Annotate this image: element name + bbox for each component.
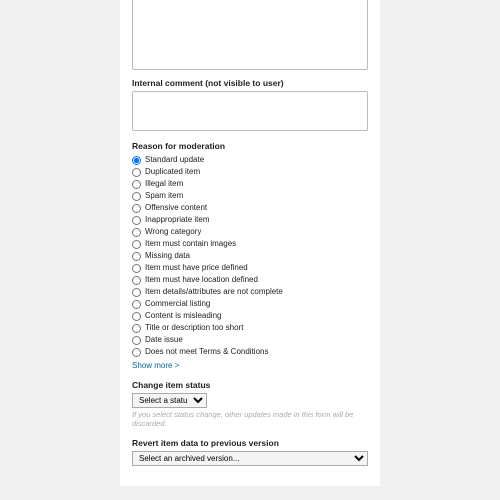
revert-label: Revert item data to previous version <box>132 438 368 448</box>
reason-radio-label: Date issue <box>145 334 183 346</box>
reason-radio-label: Spam item <box>145 190 183 202</box>
reason-radio[interactable] <box>132 240 141 249</box>
status-hint: If you select status change, other updat… <box>132 410 368 428</box>
reason-option[interactable]: Commercial listing <box>132 298 368 310</box>
reason-radio[interactable] <box>132 324 141 333</box>
reason-radio[interactable] <box>132 264 141 273</box>
status-select[interactable]: Select a status... <box>132 393 207 408</box>
reason-radio[interactable] <box>132 180 141 189</box>
reason-radio[interactable] <box>132 216 141 225</box>
reason-radio-label: Standard update <box>145 154 204 166</box>
reason-radio[interactable] <box>132 288 141 297</box>
reason-radio[interactable] <box>132 192 141 201</box>
internal-comment-label: Internal comment (not visible to user) <box>132 78 368 88</box>
reason-option[interactable]: Date issue <box>132 334 368 346</box>
reason-option[interactable]: Title or description too short <box>132 322 368 334</box>
reason-option[interactable]: Item must have location defined <box>132 274 368 286</box>
reason-option[interactable]: Offensive content <box>132 202 368 214</box>
reason-radio-label: Commercial listing <box>145 298 210 310</box>
reason-radio-label: Content is misleading <box>145 310 221 322</box>
reason-radio-label: Does not meet Terms & Conditions <box>145 346 268 358</box>
revert-section: Revert item data to previous version Sel… <box>132 438 368 466</box>
reason-radio-label: Duplicated item <box>145 166 200 178</box>
reason-option[interactable]: Standard update <box>132 154 368 166</box>
reason-label: Reason for moderation <box>132 141 368 151</box>
reason-radio[interactable] <box>132 252 141 261</box>
reason-option[interactable]: Item details/attributes are not complete <box>132 286 368 298</box>
reason-option[interactable]: Illegal item <box>132 178 368 190</box>
internal-comment-textarea[interactable] <box>132 91 368 131</box>
reason-radio-label: Item details/attributes are not complete <box>145 286 283 298</box>
reason-radio[interactable] <box>132 276 141 285</box>
reason-option[interactable]: Item must contain images <box>132 238 368 250</box>
reason-option[interactable]: Content is misleading <box>132 310 368 322</box>
reason-option[interactable]: Item must have price defined <box>132 262 368 274</box>
reason-radio[interactable] <box>132 312 141 321</box>
reason-radio-label: Title or description too short <box>145 322 243 334</box>
reason-option[interactable]: Missing data <box>132 250 368 262</box>
reason-radio-label: Missing data <box>145 250 190 262</box>
reason-radio-label: Item must have location defined <box>145 274 258 286</box>
reason-radio-group: Standard updateDuplicated itemIllegal it… <box>132 154 368 358</box>
revert-select[interactable]: Select an archived version... <box>132 451 368 466</box>
moderation-panel: Internal comment (not visible to user) R… <box>120 0 380 486</box>
comment-textarea[interactable] <box>132 0 368 70</box>
reason-radio-label: Item must contain images <box>145 238 236 250</box>
reason-radio-label: Offensive content <box>145 202 207 214</box>
change-status-section: Change item status Select a status... If… <box>132 380 368 428</box>
reason-radio-label: Illegal item <box>145 178 183 190</box>
reason-option[interactable]: Spam item <box>132 190 368 202</box>
reason-radio-label: Item must have price defined <box>145 262 248 274</box>
change-status-label: Change item status <box>132 380 368 390</box>
reason-radio[interactable] <box>132 300 141 309</box>
reason-radio[interactable] <box>132 228 141 237</box>
reason-radio[interactable] <box>132 336 141 345</box>
show-more-link[interactable]: Show more > <box>132 361 179 370</box>
reason-radio-label: Wrong category <box>145 226 201 238</box>
reason-radio[interactable] <box>132 348 141 357</box>
reason-radio[interactable] <box>132 204 141 213</box>
reason-radio[interactable] <box>132 156 141 165</box>
reason-option[interactable]: Wrong category <box>132 226 368 238</box>
reason-option[interactable]: Does not meet Terms & Conditions <box>132 346 368 358</box>
reason-option[interactable]: Duplicated item <box>132 166 368 178</box>
reason-radio[interactable] <box>132 168 141 177</box>
reason-radio-label: Inappropriate item <box>145 214 209 226</box>
reason-option[interactable]: Inappropriate item <box>132 214 368 226</box>
